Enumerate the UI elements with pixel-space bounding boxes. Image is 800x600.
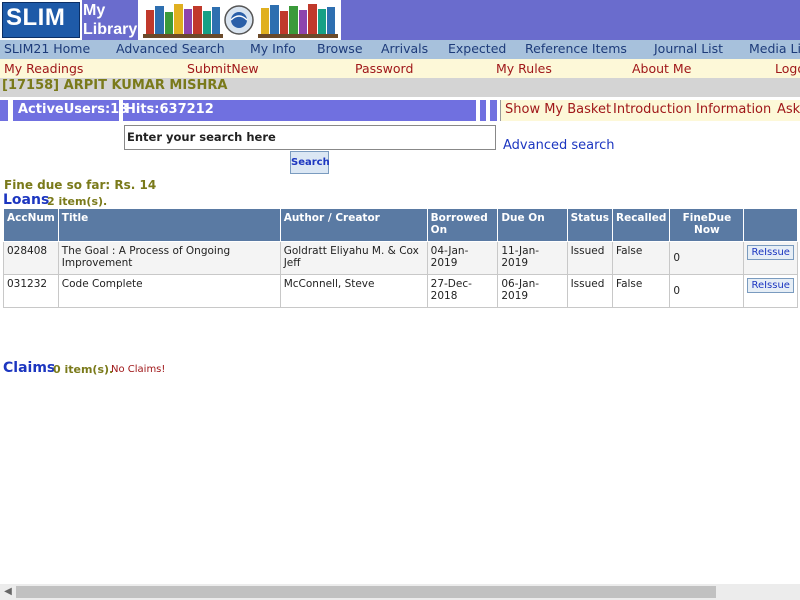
stats-divider xyxy=(486,100,490,121)
nav-logout[interactable]: Logo xyxy=(775,61,800,76)
nav-journal-list[interactable]: Journal List xyxy=(654,41,723,56)
stats-bar: ActiveUsers:13 Hits:637212 xyxy=(0,100,497,121)
introduction-link[interactable]: Introduction xyxy=(613,102,692,117)
claims-count: 0 item(s). xyxy=(53,363,114,376)
fine-due-text: Fine due so far: Rs. 14 xyxy=(4,178,157,192)
nav-about-me[interactable]: About Me xyxy=(632,61,691,76)
search-input[interactable]: Enter your search here xyxy=(124,125,496,150)
recalled-cell: False xyxy=(611,241,671,275)
loans-header-row: AccNum Title Author / Creator Borrowed O… xyxy=(3,208,798,242)
due-cell: 11-Jan-2019 xyxy=(497,241,568,275)
nav-advanced-search[interactable]: Advanced Search xyxy=(116,41,225,56)
nav-password[interactable]: Password xyxy=(355,61,413,76)
col-accnum: AccNum xyxy=(3,208,59,242)
fine-cell: 0 xyxy=(669,241,745,275)
claims-empty-message: No Claims! xyxy=(111,364,166,375)
borrowed-cell: 04-Jan-2019 xyxy=(426,241,499,275)
due-cell: 06-Jan-2019 xyxy=(497,274,568,308)
loans-table: AccNum Title Author / Creator Borrowed O… xyxy=(3,208,798,308)
action-cell: ReIssue xyxy=(743,241,798,275)
user-bar: [17158] ARPIT KUMAR MISHRA xyxy=(0,78,800,97)
table-row: 028408 The Goal : A Process of Ongoing I… xyxy=(3,241,798,275)
slim-logo[interactable]: SLIM xyxy=(0,0,82,40)
scrollbar-thumb[interactable] xyxy=(16,586,716,598)
col-action xyxy=(743,208,798,242)
status-cell: Issued xyxy=(566,241,614,275)
col-borrowed: Borrowed On xyxy=(426,208,499,242)
accnum-cell: 028408 xyxy=(3,241,59,275)
loans-count: 2 item(s). xyxy=(47,195,108,208)
reissue-button[interactable]: ReIssue xyxy=(747,245,794,260)
accnum-cell: 031232 xyxy=(3,274,59,308)
main-nav: SLIM21 Home Advanced Search My Info Brow… xyxy=(0,40,800,59)
action-cell: ReIssue xyxy=(743,274,798,308)
nav-media-list[interactable]: Media Lis xyxy=(749,41,800,56)
user-nav: My Readings SubmitNew Password My Rules … xyxy=(0,59,800,78)
ask-link[interactable]: Ask xyxy=(777,102,800,117)
hits-label: Hits:637212 xyxy=(125,102,214,117)
user-label: [17158] ARPIT KUMAR MISHRA xyxy=(2,78,228,93)
table-row: 031232 Code Complete McConnell, Steve 27… xyxy=(3,274,798,308)
advanced-search-link[interactable]: Advanced search xyxy=(503,138,615,153)
status-cell: Issued xyxy=(566,274,614,308)
borrowed-cell: 27-Dec-2018 xyxy=(426,274,499,308)
my-library-title: My Library xyxy=(83,2,138,38)
horizontal-scrollbar[interactable]: ◀ xyxy=(0,584,800,600)
loans-title: Loans xyxy=(3,192,50,208)
stats-divider xyxy=(8,100,13,121)
title-link[interactable]: The Goal : A Process of Ongoing Improvem… xyxy=(57,241,281,275)
stats-divider xyxy=(119,100,123,121)
scroll-left-arrow-icon[interactable]: ◀ xyxy=(0,584,16,600)
col-title: Title xyxy=(57,208,281,242)
col-status: Status xyxy=(566,208,614,242)
author-cell: McConnell, Steve xyxy=(279,274,428,308)
fine-cell: 0 xyxy=(669,274,745,308)
active-users-label: ActiveUsers:13 xyxy=(18,102,129,117)
nav-arrivals[interactable]: Arrivals xyxy=(381,41,428,56)
reissue-button[interactable]: ReIssue xyxy=(747,278,794,293)
col-due: Due On xyxy=(497,208,568,242)
nav-submit-new[interactable]: SubmitNew xyxy=(187,61,259,76)
recalled-cell: False xyxy=(611,274,671,308)
app-header: SLIM My Library xyxy=(0,0,800,40)
nav-browse[interactable]: Browse xyxy=(317,41,363,56)
nav-slim21-home[interactable]: SLIM21 Home xyxy=(4,41,90,56)
title-link[interactable]: Code Complete xyxy=(57,274,281,308)
author-cell: Goldratt Eliyahu M. & Cox Jeff xyxy=(279,241,428,275)
information-link[interactable]: Information xyxy=(696,102,771,117)
bookshelf-banner-icon xyxy=(138,0,341,40)
nav-my-readings[interactable]: My Readings xyxy=(4,61,83,76)
col-author: Author / Creator xyxy=(279,208,428,242)
nav-my-info[interactable]: My Info xyxy=(250,41,296,56)
nav-my-rules[interactable]: My Rules xyxy=(496,61,552,76)
show-my-basket-link[interactable]: Show My Basket xyxy=(505,102,611,117)
top-links: Show My Basket Introduction Information … xyxy=(500,100,800,121)
stats-divider xyxy=(476,100,480,121)
col-finedue: FineDue Now xyxy=(669,208,745,242)
search-button[interactable]: Search xyxy=(290,151,330,174)
nav-expected[interactable]: Expected xyxy=(448,41,506,56)
claims-title: Claims xyxy=(3,360,56,376)
col-recalled: Recalled xyxy=(611,208,671,242)
slim-logo-text: SLIM xyxy=(6,4,66,31)
nav-reference-items[interactable]: Reference Items xyxy=(525,41,627,56)
